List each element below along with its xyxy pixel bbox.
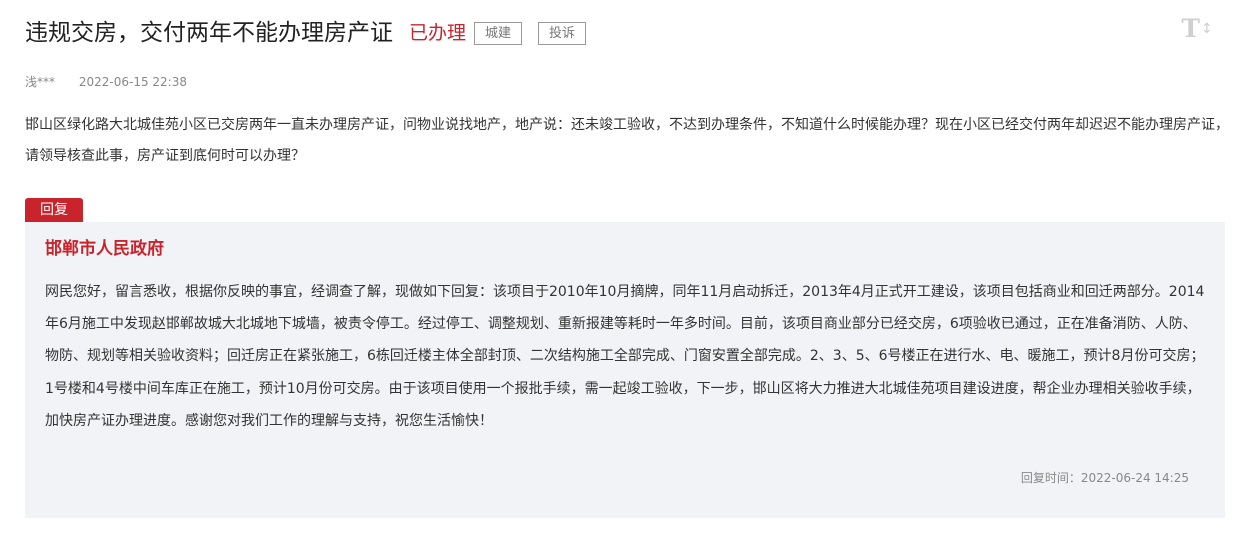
title-row: 违规交房，交付两年不能办理房产证 已办理 城建 投诉 xyxy=(25,14,1187,52)
reply-time: 回复时间：2022-06-24 14:25 xyxy=(1021,469,1189,487)
reply-tab-label: 回复 xyxy=(25,198,83,223)
reply-organization: 邯郸市人民政府 xyxy=(45,239,164,259)
font-size-toggle-icon: T xyxy=(1181,14,1200,43)
status-badge: 已办理 xyxy=(409,22,467,44)
page-title: 违规交房，交付两年不能办理房产证 xyxy=(25,20,393,46)
author-name: 浅*** xyxy=(25,75,56,89)
font-size-toggle-button[interactable]: T ↕ xyxy=(1180,14,1214,44)
post-time: 2022-06-15 22:38 xyxy=(78,75,187,89)
message-meta: 浅*** 2022-06-15 22:38 xyxy=(25,73,187,91)
category-tag-complaint[interactable]: 投诉 xyxy=(538,21,587,45)
reply-box: 邯郸市人民政府 网民您好，留言悉收，根据你反映的事宜，经调查了解，现做如下回复：… xyxy=(25,222,1225,518)
category-tag-urban-construction[interactable]: 城建 xyxy=(474,21,523,45)
question-text: 邯山区绿化路大北城佳苑小区已交房两年一直未办理房产证，问物业说找地产，地产说：还… xyxy=(25,117,1229,164)
font-size-arrows-icon: ↕ xyxy=(1200,21,1213,37)
message-detail-page: 违规交房，交付两年不能办理房产证 已办理 城建 投诉 T ↕ 浅*** 2022… xyxy=(0,0,1247,541)
reply-time-value: 2022-06-24 14:25 xyxy=(1080,471,1189,485)
reply-content: 网民您好，留言悉收，根据你反映的事宜，经调查了解，现做如下回复：该项目于2010… xyxy=(45,284,1205,429)
reply-time-label: 回复时间： xyxy=(1020,471,1081,485)
